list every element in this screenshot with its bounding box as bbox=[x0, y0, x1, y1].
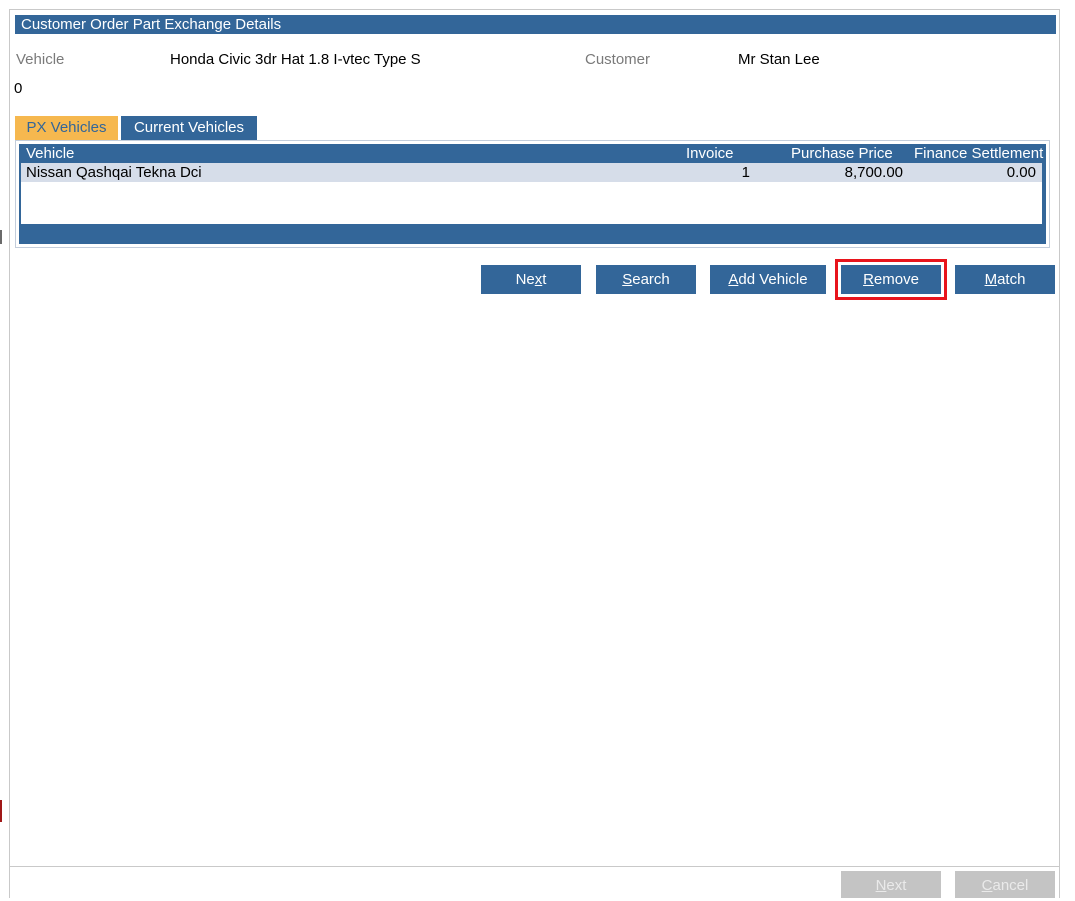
cell-finance-settlement: 0.00 bbox=[1006, 164, 1036, 181]
cell-invoice: 1 bbox=[741, 164, 750, 181]
window-edge-mark bbox=[0, 800, 2, 822]
column-header-invoice[interactable]: Invoice bbox=[686, 144, 734, 163]
cell-purchase-price: 8,700.00 bbox=[844, 164, 903, 181]
customer-value: Mr Stan Lee bbox=[738, 51, 820, 68]
vehicle-value: Honda Civic 3dr Hat 1.8 I-vtec Type S bbox=[170, 51, 421, 68]
footer-cancel-button[interactable]: Cancel bbox=[955, 871, 1055, 898]
tab-current-vehicles[interactable]: Current Vehicles bbox=[121, 116, 257, 140]
search-button[interactable]: Search bbox=[596, 265, 696, 294]
panel-title: Customer Order Part Exchange Details bbox=[15, 15, 1056, 34]
grid-body: Nissan Qashqai Tekna Dci 1 8,700.00 0.00 bbox=[21, 163, 1042, 224]
stray-value: 0 bbox=[14, 80, 23, 97]
column-header-vehicle[interactable]: Vehicle bbox=[26, 144, 74, 163]
tab-px-vehicles[interactable]: PX Vehicles bbox=[15, 116, 118, 140]
cell-vehicle: Nissan Qashqai Tekna Dci bbox=[26, 164, 202, 181]
remove-button[interactable]: Remove bbox=[841, 265, 941, 294]
grid-header: Vehicle Invoice Purchase Price Finance S… bbox=[19, 144, 1046, 163]
match-button[interactable]: Match bbox=[955, 265, 1055, 294]
footer-next-button[interactable]: Next bbox=[841, 871, 941, 898]
next-button[interactable]: Next bbox=[481, 265, 581, 294]
column-header-purchase-price[interactable]: Purchase Price bbox=[791, 144, 893, 163]
table-row[interactable]: Nissan Qashqai Tekna Dci 1 8,700.00 0.00 bbox=[21, 163, 1042, 182]
footer-divider bbox=[10, 866, 1059, 867]
customer-label: Customer bbox=[585, 51, 651, 68]
px-vehicles-grid: Vehicle Invoice Purchase Price Finance S… bbox=[19, 144, 1046, 244]
vehicle-label: Vehicle bbox=[16, 51, 65, 68]
window-edge-mark bbox=[0, 230, 2, 244]
add-vehicle-button[interactable]: Add Vehicle bbox=[710, 265, 826, 294]
column-header-finance-settlement[interactable]: Finance Settlement bbox=[914, 144, 1043, 163]
